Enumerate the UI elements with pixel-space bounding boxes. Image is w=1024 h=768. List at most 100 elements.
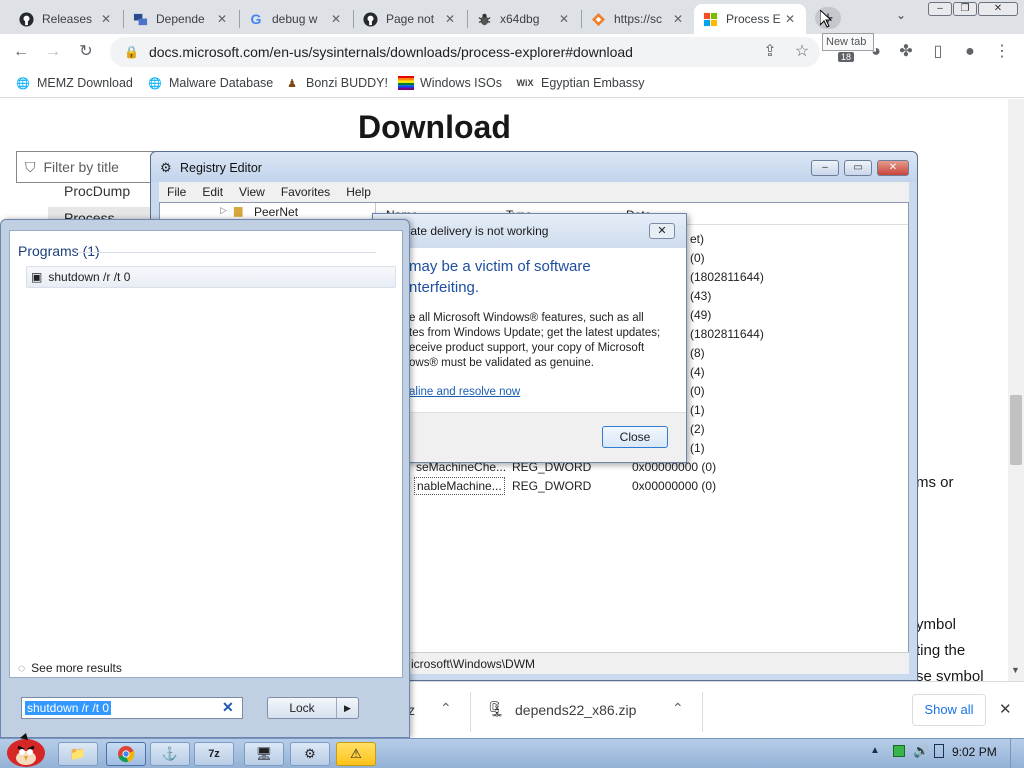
back-icon[interactable]: ← bbox=[11, 42, 31, 62]
scrollbar-thumb[interactable] bbox=[1010, 395, 1022, 465]
network-icon[interactable] bbox=[893, 745, 905, 757]
share-icon[interactable]: ⇪ bbox=[760, 42, 780, 62]
regedit-icon[interactable]: ⚙ bbox=[290, 742, 330, 766]
address-bar[interactable]: 🔒 docs.microsoft.com/en-us/sysinternals/… bbox=[110, 37, 820, 67]
close-icon[interactable]: ✕ bbox=[442, 12, 458, 26]
lock-button[interactable]: Lock bbox=[268, 698, 336, 718]
tree-item[interactable]: PeerNet bbox=[254, 205, 298, 219]
tab-releases[interactable]: Releases ✕ bbox=[10, 4, 122, 34]
data-value[interactable]: (1802811644) bbox=[690, 325, 764, 344]
tab-search-icon[interactable]: ⌄ bbox=[896, 8, 906, 22]
scroll-down-arrow-icon[interactable]: ▼ bbox=[1011, 665, 1020, 675]
explorer-icon[interactable]: 📁 bbox=[58, 742, 98, 766]
side-panel-icon[interactable]: ▯ bbox=[928, 42, 948, 62]
close-icon[interactable]: ✕ bbox=[670, 12, 686, 26]
close-icon[interactable]: ✕ bbox=[999, 700, 1012, 718]
menu-help[interactable]: Help bbox=[338, 185, 379, 199]
chevron-up-icon[interactable]: ⌃ bbox=[672, 700, 684, 717]
page-scrollbar[interactable]: ▼ bbox=[1008, 99, 1024, 681]
menu-icon[interactable]: ⋮ bbox=[992, 42, 1012, 62]
menu-file[interactable]: File bbox=[159, 185, 194, 199]
tab-dependencies[interactable]: Depende ✕ bbox=[124, 4, 238, 34]
bookmark-windows-isos[interactable]: Windows ISOs bbox=[398, 75, 502, 91]
clear-search-icon[interactable]: ✕ bbox=[222, 699, 234, 716]
close-window-button[interactable]: ✕ bbox=[877, 160, 909, 176]
globe-icon: 🌐 bbox=[148, 77, 162, 90]
reload-icon[interactable]: ↻ bbox=[76, 42, 96, 62]
monitor-icon[interactable]: 🖥 bbox=[244, 742, 284, 766]
warning-icon[interactable]: ⚠ bbox=[336, 742, 376, 766]
7zip-icon[interactable]: 7z bbox=[194, 742, 234, 766]
data-value[interactable]: (49) bbox=[690, 306, 764, 325]
close-icon[interactable]: ✕ bbox=[328, 12, 344, 26]
data-value[interactable]: et) bbox=[690, 230, 764, 249]
close-icon[interactable]: ✕ bbox=[782, 12, 798, 26]
show-desktop-button[interactable] bbox=[1010, 739, 1024, 768]
data-value[interactable]: (1) bbox=[690, 439, 764, 458]
menu-view[interactable]: View bbox=[231, 185, 273, 199]
action-center-icon[interactable] bbox=[934, 744, 944, 758]
search-input[interactable]: shutdown /r /t 0 ✕ bbox=[21, 697, 243, 719]
tab-debug[interactable]: G debug w ✕ bbox=[240, 4, 352, 34]
tab-page-not-found[interactable]: Page not ✕ bbox=[354, 4, 466, 34]
window-titlebar[interactable]: ⚙ Registry Editor – ▭ ✕ bbox=[151, 152, 917, 182]
data-value[interactable]: (1) bbox=[690, 401, 764, 420]
bookmark-egyptian-embassy[interactable]: WiX Egyptian Embassy bbox=[515, 75, 645, 91]
puzzle-icon[interactable]: ✤ bbox=[896, 42, 916, 62]
start-button[interactable] bbox=[2, 731, 50, 768]
download-item-name[interactable]: depends22_x86.zip bbox=[515, 702, 636, 718]
see-more-results-link[interactable]: ◌ See more results bbox=[18, 661, 122, 675]
power-options-arrow-icon[interactable]: ▶ bbox=[336, 698, 358, 718]
tab-title: Page not bbox=[386, 12, 435, 26]
close-icon[interactable]: ✕ bbox=[214, 12, 230, 26]
chevron-up-icon[interactable]: ⌃ bbox=[440, 700, 452, 717]
nav-item-procdump[interactable]: ProcDump bbox=[64, 183, 130, 199]
headline-line: nterfeiting. bbox=[409, 279, 480, 296]
hook-tool-icon[interactable]: ⚓ bbox=[150, 742, 190, 766]
search-result-item[interactable]: ▣ shutdown /r /t 0 bbox=[26, 266, 396, 288]
data-value[interactable]: (0) bbox=[690, 382, 764, 401]
maximize-button[interactable]: ▭ bbox=[844, 160, 872, 176]
chrome-icon[interactable] bbox=[106, 742, 146, 766]
profile-icon[interactable]: ● bbox=[960, 42, 980, 62]
data-value[interactable]: (1802811644) bbox=[690, 268, 764, 287]
tab-x64dbg[interactable]: x64dbg ✕ bbox=[468, 4, 580, 34]
bookmark-malware-db[interactable]: 🌐 Malware Database bbox=[147, 75, 273, 91]
close-icon[interactable]: ✕ bbox=[98, 12, 114, 26]
dialog-body: e all Microsoft Windows® features, such … bbox=[409, 311, 660, 371]
maximize-button[interactable]: ❐ bbox=[953, 2, 977, 16]
volume-icon[interactable]: 🔊 bbox=[913, 743, 929, 759]
data-value[interactable]: (0) bbox=[690, 249, 764, 268]
search-value: shutdown /r /t 0 bbox=[25, 701, 112, 715]
bookmark-star-icon[interactable]: ☆ bbox=[792, 42, 812, 62]
app-icon bbox=[132, 11, 148, 27]
minimize-button[interactable]: – bbox=[811, 160, 839, 176]
menu-favorites[interactable]: Favorites bbox=[273, 185, 338, 199]
data-value[interactable]: (43) bbox=[690, 287, 764, 306]
lock-icon[interactable]: 🔒 bbox=[124, 45, 139, 59]
close-icon[interactable]: ✕ bbox=[556, 12, 572, 26]
minimize-button[interactable]: – bbox=[928, 2, 952, 16]
show-all-button[interactable]: Show all bbox=[912, 694, 986, 726]
table-row[interactable]: nableMachine... REG_DWORD 0x00000000 (0) bbox=[414, 477, 876, 495]
headline-line: may be a victim of software bbox=[409, 258, 591, 275]
tab-strip: Releases ✕ Depende ✕ G debug w ✕ Page no… bbox=[0, 0, 1024, 51]
show-hidden-icons-icon[interactable]: ▲ bbox=[870, 745, 880, 756]
expand-icon[interactable]: ▷ bbox=[220, 205, 227, 216]
body-line: eceive product support, your copy of Mic… bbox=[409, 342, 645, 354]
data-value[interactable]: (4) bbox=[690, 363, 764, 382]
close-button[interactable]: Close bbox=[602, 426, 668, 448]
resolve-online-link[interactable]: aline and resolve now bbox=[409, 386, 520, 398]
clock[interactable]: 9:02 PM bbox=[952, 745, 997, 759]
bookmark-bonzi[interactable]: ♟ Bonzi BUDDY! bbox=[284, 75, 388, 91]
bookmark-memz[interactable]: 🌐 MEMZ Download bbox=[15, 75, 133, 91]
close-window-button[interactable]: ✕ bbox=[978, 2, 1018, 16]
forward-icon[interactable]: → bbox=[43, 42, 63, 62]
close-icon[interactable]: ✕ bbox=[649, 223, 675, 239]
tab-https[interactable]: https://sc ✕ bbox=[582, 4, 694, 34]
github-icon bbox=[362, 11, 378, 27]
data-value[interactable]: (8) bbox=[690, 344, 764, 363]
data-value[interactable]: (2) bbox=[690, 420, 764, 439]
tab-process-explorer[interactable]: Process E ✕ bbox=[694, 4, 806, 34]
menu-edit[interactable]: Edit bbox=[194, 185, 231, 199]
